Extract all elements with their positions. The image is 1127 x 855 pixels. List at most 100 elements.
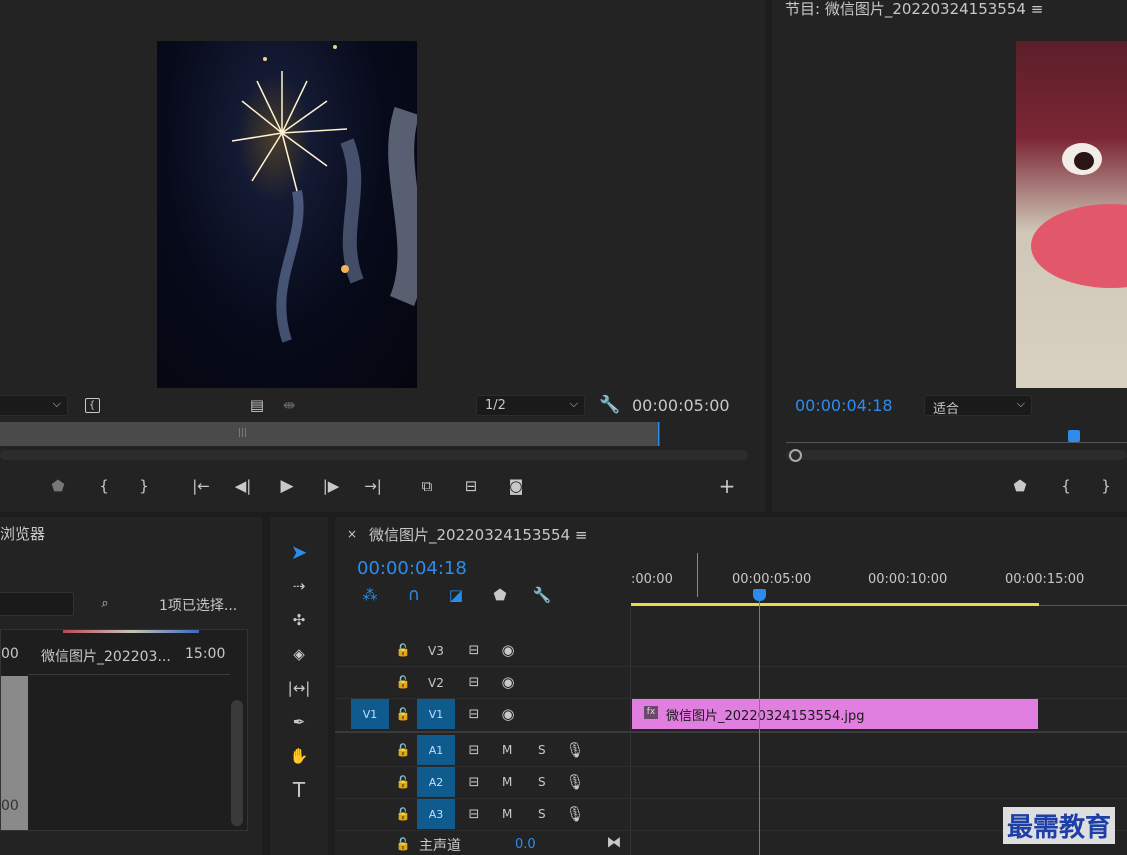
- project-search-input[interactable]: [0, 592, 74, 616]
- slip-tool-icon[interactable]: |↔|: [286, 675, 312, 701]
- chevron-down-icon: ⌵: [569, 397, 578, 410]
- plus-icon[interactable]: +: [716, 474, 738, 498]
- source-patch-v1[interactable]: V1: [351, 699, 389, 729]
- source-resolution-dropdown[interactable]: 1/2 ⌵: [476, 395, 585, 416]
- snap-magnet-icon[interactable]: ∩: [403, 585, 425, 605]
- work-area-bar[interactable]: [631, 603, 1039, 606]
- panel-menu-icon[interactable]: ≡: [1031, 0, 1044, 18]
- sync-lock-icon[interactable]: ⊟: [463, 641, 485, 659]
- project-list-divider: [28, 674, 230, 675]
- wrench-icon[interactable]: 🔧: [598, 395, 622, 415]
- close-tab-icon[interactable]: ×: [347, 527, 357, 541]
- sync-lock-icon[interactable]: ⊟: [463, 705, 485, 723]
- step-forward-icon[interactable]: |▶: [320, 476, 342, 496]
- source-playhead[interactable]: [658, 422, 659, 446]
- project-list: 00 微信图片_202203... 15:00 00: [0, 629, 248, 831]
- lock-icon[interactable]: 🔓: [393, 673, 413, 691]
- source-zoom-bar[interactable]: [0, 450, 748, 460]
- fx-badge: fx: [644, 706, 658, 719]
- ripple-edit-tool-icon[interactable]: ✣: [286, 607, 312, 633]
- track-select-tool-icon[interactable]: ⇢: [286, 573, 312, 599]
- insert-marker-icon[interactable]: {: [82, 395, 102, 415]
- lock-icon[interactable]: 🔓: [393, 741, 413, 759]
- insert-icon[interactable]: ⧉: [414, 476, 440, 496]
- microphone-icon[interactable]: 🎙: [565, 741, 585, 759]
- type-tool-icon[interactable]: T: [286, 777, 312, 803]
- mute-button[interactable]: M: [502, 743, 512, 757]
- mark-in-icon[interactable]: {: [94, 476, 114, 496]
- timeline-playhead-head[interactable]: [753, 589, 766, 601]
- camera-icon[interactable]: ◙: [504, 476, 528, 496]
- microphone-icon[interactable]: 🎙: [565, 805, 585, 823]
- mute-button[interactable]: M: [502, 807, 512, 821]
- project-scrollbar[interactable]: [231, 700, 243, 826]
- solo-button[interactable]: S: [538, 743, 546, 757]
- source-fit-dropdown[interactable]: ⌵: [0, 395, 68, 416]
- mute-button[interactable]: M: [502, 775, 512, 789]
- selection-tool-icon[interactable]: ➤: [286, 539, 312, 565]
- project-panel: 浏览器 ⌕ 1项已选择... 00 微信图片_202203... 15:00 0…: [0, 517, 262, 855]
- eye-icon[interactable]: ◉: [497, 673, 519, 691]
- mark-out-icon[interactable]: }: [1096, 476, 1116, 496]
- add-marker-icon[interactable]: ⬟: [1010, 476, 1030, 496]
- track-target-v1[interactable]: V1: [417, 699, 455, 729]
- go-to-in-icon[interactable]: |←: [190, 476, 212, 496]
- source-timecode: 00:00:05:00: [632, 396, 730, 415]
- lock-icon[interactable]: 🔓: [393, 705, 413, 723]
- lock-icon[interactable]: 🔓: [393, 773, 413, 791]
- program-playhead-marker[interactable]: [1068, 430, 1080, 442]
- timeline-settings-wrench-icon[interactable]: 🔧: [531, 585, 553, 605]
- overwrite-icon[interactable]: ⊟: [458, 476, 484, 496]
- track-target-a3[interactable]: A3: [417, 799, 455, 829]
- zoom-bar-handle[interactable]: [789, 449, 802, 462]
- lock-icon[interactable]: 🔓: [393, 835, 413, 853]
- go-to-out-icon[interactable]: →|: [362, 476, 384, 496]
- program-monitor-title-text: 节目: 微信图片_20220324153554: [785, 0, 1026, 18]
- sequence-tab[interactable]: 微信图片_20220324153554 ≡: [369, 524, 587, 545]
- lock-icon[interactable]: 🔓: [393, 805, 413, 823]
- sync-lock-icon[interactable]: ⊟: [463, 805, 485, 823]
- find-icon[interactable]: ⌕: [94, 593, 116, 613]
- step-back-icon[interactable]: ◀|: [232, 476, 254, 496]
- pen-tool-icon[interactable]: ✒: [286, 709, 312, 735]
- track-target-a2[interactable]: A2: [417, 767, 455, 797]
- mark-in-icon[interactable]: {: [1056, 476, 1076, 496]
- hand-tool-icon[interactable]: ✋: [286, 743, 312, 769]
- track-label-v2: V2: [428, 676, 444, 690]
- solo-button[interactable]: S: [538, 807, 546, 821]
- program-zoom-bar[interactable]: [786, 450, 1127, 460]
- eye-icon[interactable]: ◉: [497, 705, 519, 723]
- timeline-clip[interactable]: fx 微信图片_20220324153554.jpg: [632, 699, 1038, 729]
- track-label-v3: V3: [428, 644, 444, 658]
- timeline-timecode[interactable]: 00:00:04:18: [357, 558, 467, 579]
- microphone-icon[interactable]: 🎙: [565, 773, 585, 791]
- add-marker-icon[interactable]: ⬟: [48, 476, 68, 496]
- sync-lock-icon[interactable]: ⊟: [463, 673, 485, 691]
- razor-tool-icon[interactable]: ◈: [286, 641, 312, 667]
- program-zoom-value: 适合: [933, 402, 960, 417]
- timeline-ruler[interactable]: :00:00 00:00:05:00 00:00:10:00 00:00:15:…: [631, 553, 1127, 607]
- chevron-down-icon: ⌵: [52, 397, 61, 410]
- mark-out-icon[interactable]: }: [134, 476, 154, 496]
- drag-video-icon[interactable]: ⇼: [278, 395, 300, 415]
- project-item-name[interactable]: 微信图片_202203...: [41, 646, 171, 666]
- source-time-ruler[interactable]: [0, 422, 660, 446]
- solo-button[interactable]: S: [538, 775, 546, 789]
- add-marker-icon[interactable]: ⬟: [489, 585, 511, 605]
- eye-icon[interactable]: ◉: [497, 641, 519, 659]
- program-zoom-dropdown[interactable]: 适合 ⌵: [924, 395, 1032, 417]
- project-col-left-bottom: 00: [1, 798, 19, 814]
- master-end-icon[interactable]: ⧓: [603, 833, 625, 851]
- track-target-a1[interactable]: A1: [417, 735, 455, 765]
- play-icon[interactable]: ▶: [276, 476, 298, 496]
- timeline-playhead-line[interactable]: [759, 595, 760, 855]
- sync-lock-icon[interactable]: ⊟: [463, 773, 485, 791]
- linked-selection-icon[interactable]: ◪: [445, 585, 467, 605]
- lock-icon[interactable]: 🔓: [393, 641, 413, 659]
- sync-lock-icon[interactable]: ⊟: [463, 741, 485, 759]
- film-icon[interactable]: ▤: [246, 395, 268, 415]
- nest-toggle-icon[interactable]: ⁂: [359, 585, 381, 605]
- master-volume-value[interactable]: 0.0: [515, 837, 536, 852]
- sequence-name: 微信图片_20220324153554: [369, 526, 571, 544]
- panel-menu-icon[interactable]: ≡: [575, 526, 588, 544]
